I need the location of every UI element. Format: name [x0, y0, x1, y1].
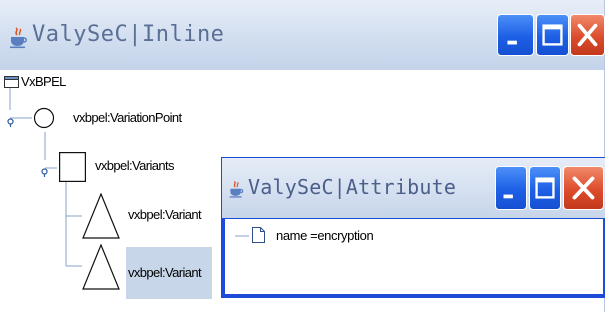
minimize-button[interactable] — [497, 14, 534, 56]
expand-handle-icon[interactable] — [6, 114, 15, 127]
circle-icon — [33, 107, 55, 129]
maximize-button[interactable] — [536, 14, 569, 56]
tree-node-variant-label: vxbpel:Variant — [128, 265, 202, 280]
close-button[interactable] — [570, 14, 605, 56]
folder-icon — [4, 75, 19, 88]
attribute-window-title: ValySeC|Attribute — [248, 175, 457, 199]
close-icon — [572, 176, 595, 200]
tree-connector-lines — [235, 235, 249, 237]
java-cup-icon — [228, 180, 244, 199]
maximize-icon — [542, 24, 563, 46]
triangle-icon — [82, 192, 120, 239]
attribute-item-label: name =encryption — [276, 228, 374, 243]
minimize-button[interactable] — [495, 166, 527, 210]
attribute-list: name =encryption — [225, 219, 603, 294]
minimize-icon — [507, 40, 517, 45]
tree-node-variant-label: vxbpel:Variant — [128, 207, 202, 222]
java-cup-icon — [8, 27, 28, 49]
square-icon — [59, 152, 86, 182]
file-icon — [252, 227, 265, 243]
main-window-title: ValySeC|Inline — [32, 22, 225, 47]
maximize-icon — [535, 177, 555, 199]
tree-node-root-label: VxBPEL — [21, 74, 66, 89]
expand-handle-icon[interactable] — [40, 164, 49, 177]
triangle-icon — [82, 243, 120, 290]
tree-node-variation-point-label: vxbpel:VariationPoint — [73, 110, 182, 125]
minimize-icon — [503, 194, 513, 199]
tree-node-variants-label: vxbpel:Variants — [95, 158, 175, 173]
attribute-title-bar[interactable]: ValySeC|Attribute — [222, 158, 605, 218]
maximize-button[interactable] — [529, 166, 561, 210]
attribute-window: ValySeC|Attribute name =encryption — [221, 157, 605, 298]
main-title-bar[interactable]: ValySeC|Inline — [0, 0, 605, 70]
close-button[interactable] — [563, 166, 604, 210]
close-icon — [577, 23, 598, 47]
